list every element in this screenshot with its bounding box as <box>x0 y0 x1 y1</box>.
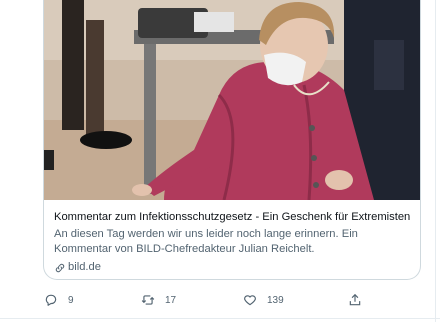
timeline-border <box>435 0 436 322</box>
card-description: An diesen Tag werden wir uns leider noch… <box>54 228 358 255</box>
reply-icon <box>45 294 57 306</box>
heart-icon <box>244 295 256 306</box>
retweet-count: 17 <box>165 294 177 306</box>
share-icon <box>349 293 361 306</box>
card-domain: bild.de <box>68 261 101 273</box>
card-title: Kommentar zum Infektionsschutzgesetz - E… <box>54 211 411 223</box>
retweet-button[interactable]: 17 <box>141 290 176 310</box>
retweet-icon <box>141 295 155 305</box>
link-preview-card[interactable]: Kommentar zum Infektionsschutzgesetz - E… <box>43 0 421 280</box>
reply-count: 9 <box>68 294 74 306</box>
like-button[interactable]: 139 <box>243 290 284 310</box>
like-count: 139 <box>267 294 284 306</box>
link-icon <box>55 263 65 272</box>
tweet-divider <box>0 318 440 319</box>
card-image <box>44 0 420 200</box>
tweet-action-bar: 9 17 139 <box>44 290 374 310</box>
card-domain-row: bild.de <box>54 260 410 275</box>
reply-button[interactable]: 9 <box>44 290 74 310</box>
share-button[interactable] <box>348 290 362 310</box>
